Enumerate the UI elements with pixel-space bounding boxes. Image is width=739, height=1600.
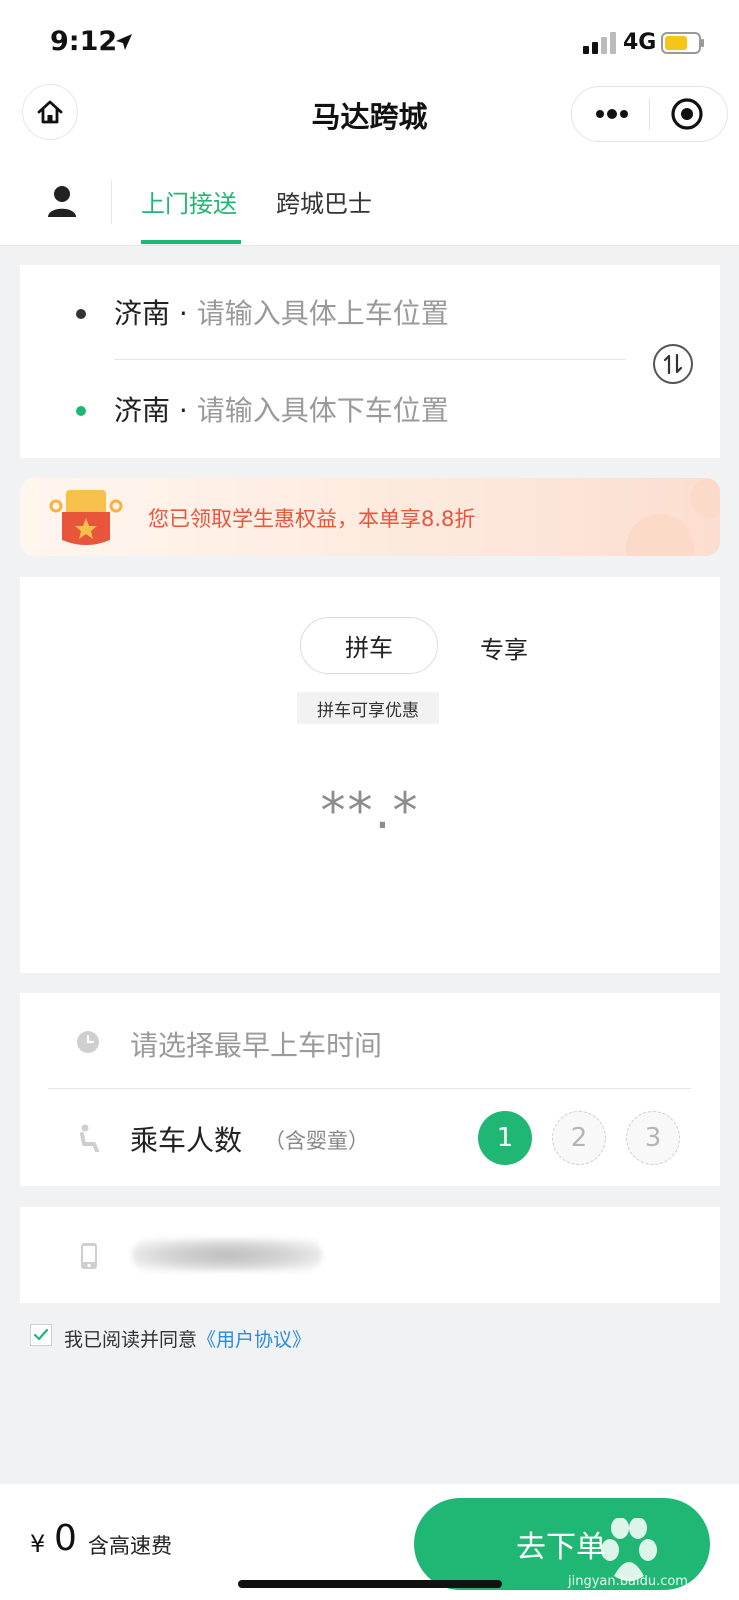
- carpool-option[interactable]: 拼车: [300, 617, 438, 674]
- trip-options-card: [20, 993, 720, 1186]
- departure-time-field[interactable]: 请选择最早上车时间: [130, 1024, 382, 1064]
- dropoff-city: 济南: [114, 394, 171, 427]
- tab-door-to-door[interactable]: 上门接送: [141, 184, 237, 219]
- active-tab-indicator: [141, 240, 241, 244]
- passenger-option-2[interactable]: 2: [552, 1111, 606, 1165]
- phone-card: [20, 1207, 720, 1303]
- dropoff-placeholder: 请输入具体下车位置: [196, 394, 449, 427]
- phone-icon: [81, 1243, 97, 1269]
- phone-number-field[interactable]: [132, 1239, 322, 1271]
- pickup-placeholder: 请输入具体上车位置: [196, 297, 449, 330]
- pickup-field[interactable]: 济南 · 请输入具体上车位置: [114, 292, 449, 332]
- exclusive-option[interactable]: 专享: [480, 630, 528, 665]
- dropoff-dot: [76, 406, 86, 416]
- tab-divider: [111, 180, 112, 224]
- swap-address-button[interactable]: [653, 344, 693, 384]
- user-agreement-link[interactable]: 《用户协议》: [197, 1329, 311, 1351]
- status-time: 9:12: [50, 26, 118, 57]
- pickup-city: 济南: [114, 297, 171, 330]
- agreement-checkbox[interactable]: [30, 1324, 52, 1346]
- capsule-divider: [649, 98, 650, 130]
- home-indicator: [238, 1580, 502, 1588]
- address-divider: [114, 359, 626, 360]
- coupon-badge-icon: [49, 490, 123, 545]
- agreement-text: 我已阅读并同意《用户协议》: [64, 1325, 311, 1352]
- clock-icon: [77, 1031, 99, 1053]
- promo-text: 您已领取学生惠权益，本单享8.8折: [148, 507, 476, 531]
- signal-icon: [583, 32, 616, 54]
- location-arrow-icon: [116, 34, 132, 50]
- price-placeholder: **.*: [320, 782, 420, 840]
- watermark-url: jingyan.baidu.com: [568, 1574, 688, 1589]
- network-type: 4G: [623, 30, 657, 55]
- pickup-dot: [76, 309, 86, 319]
- options-divider: [48, 1088, 691, 1089]
- checkmark-icon: [33, 1328, 49, 1341]
- tab-intercity-bus[interactable]: 跨城巴士: [276, 184, 372, 219]
- passenger-count-note: （含婴童）: [264, 1129, 369, 1153]
- close-target-icon[interactable]: [670, 97, 704, 131]
- fare-note: 含高速费: [88, 1534, 172, 1558]
- user-avatar-icon[interactable]: [46, 184, 78, 218]
- passenger-option-3[interactable]: 3: [626, 1111, 680, 1165]
- swap-icon: [663, 353, 683, 375]
- pickup-separator: ·: [178, 297, 188, 330]
- battery-icon: [661, 32, 704, 54]
- currency-symbol: ¥: [30, 1530, 46, 1558]
- seat-icon: [80, 1124, 99, 1152]
- more-icon[interactable]: [592, 102, 632, 126]
- dropoff-field[interactable]: 济南 · 请输入具体下车位置: [114, 389, 449, 429]
- passenger-option-1[interactable]: 1: [478, 1111, 532, 1165]
- carpool-tip: 拼车可享优惠: [297, 692, 439, 724]
- dropoff-separator: ·: [178, 394, 188, 427]
- passenger-count-label: 乘车人数: [130, 1124, 243, 1157]
- fare-amount: 0: [54, 1518, 77, 1559]
- agreement-label: 我已阅读并同意: [64, 1329, 198, 1351]
